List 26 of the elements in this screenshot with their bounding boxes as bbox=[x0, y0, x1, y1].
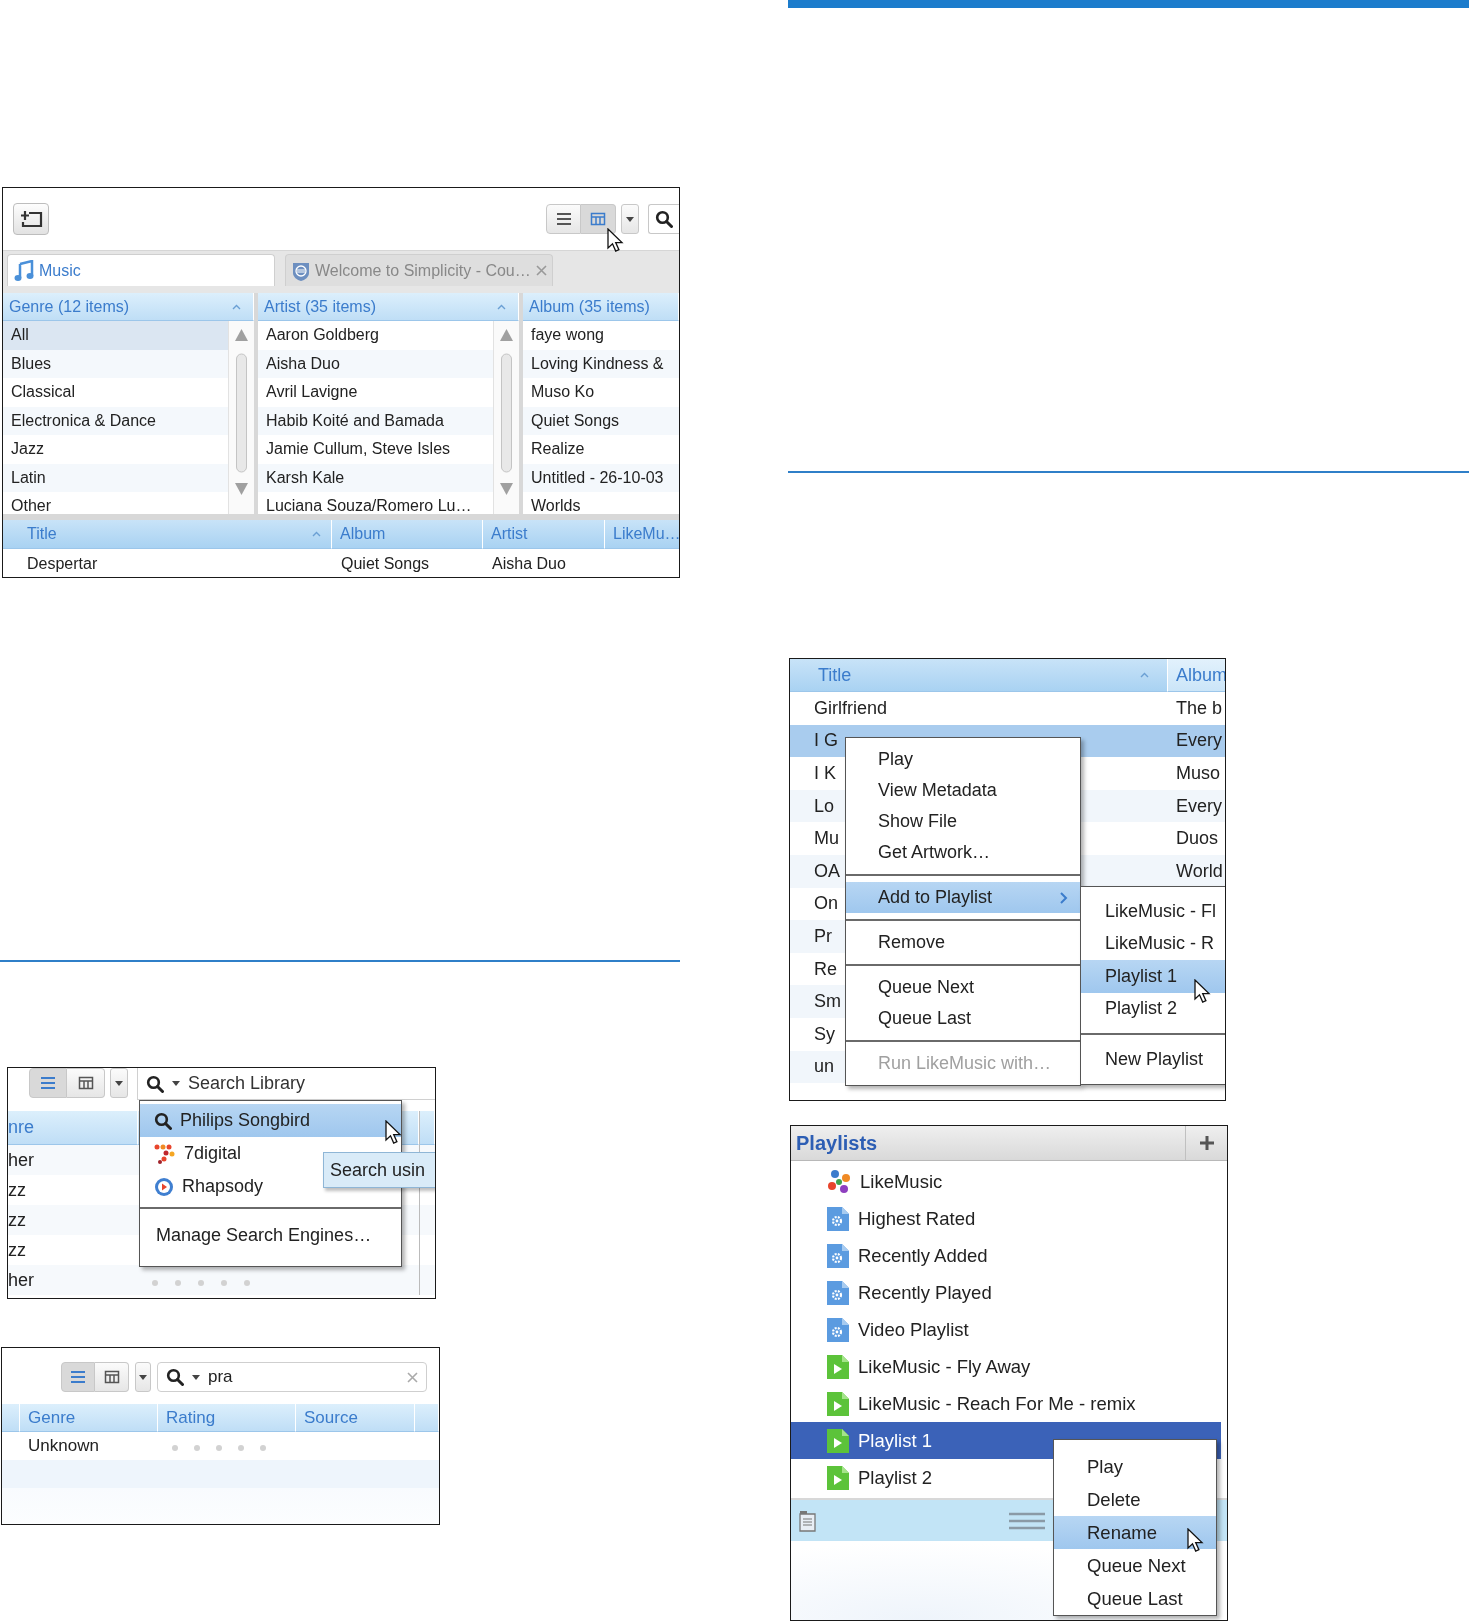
table-cell: Mu bbox=[814, 828, 839, 849]
table-cell: OA bbox=[814, 860, 840, 881]
table-cell: Girlfriend bbox=[814, 697, 888, 718]
tooltip: Search usin bbox=[323, 1152, 435, 1188]
table-cell: I G bbox=[814, 730, 838, 751]
table-cell-text: Despertar bbox=[26, 555, 99, 573]
table-cell: Muso bbox=[1176, 763, 1220, 783]
panel-title: Playlists bbox=[795, 1131, 879, 1155]
table-cell: un bbox=[814, 1056, 835, 1077]
table-cell-text: her bbox=[8, 1149, 35, 1171]
table-cell: Every bbox=[1176, 730, 1222, 751]
table-cell-text: her bbox=[8, 1269, 35, 1291]
table-cell: Lo bbox=[814, 795, 835, 816]
table-cell: Pr bbox=[814, 925, 832, 946]
table-cell-text: Aisha Duo bbox=[491, 555, 567, 573]
table-cell-text: zz bbox=[8, 1239, 27, 1261]
table-cell: Duos bbox=[1176, 828, 1219, 849]
table-cell-text: zz bbox=[8, 1179, 27, 1201]
table-cell: Every bbox=[1176, 795, 1222, 816]
table-cell: The b bbox=[1176, 697, 1223, 718]
table-cell: I K bbox=[814, 763, 836, 783]
table-cell: World bbox=[1176, 860, 1223, 881]
table-cell-text: zz bbox=[8, 1209, 27, 1231]
table-cell-text: Quiet Songs bbox=[340, 555, 431, 573]
table-cell: Sm bbox=[814, 991, 841, 1012]
table-cell-text: Unknown bbox=[27, 1436, 100, 1456]
